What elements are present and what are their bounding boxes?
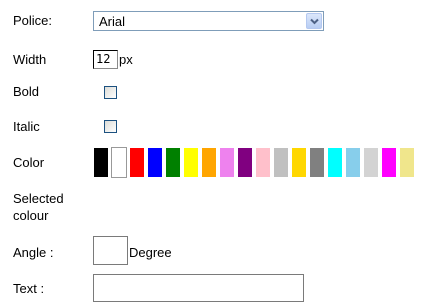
width-input[interactable]: 12 [93, 50, 118, 69]
italic-checkbox[interactable] [104, 120, 117, 133]
bold-label: Bold [13, 84, 40, 99]
color-swatch[interactable] [399, 147, 415, 178]
text-input[interactable] [93, 274, 304, 302]
color-swatch[interactable] [345, 147, 361, 178]
angle-unit: Degree [129, 245, 172, 260]
color-swatch[interactable] [165, 147, 181, 178]
angle-label: Angle : [13, 245, 54, 260]
color-swatch[interactable] [93, 147, 109, 178]
color-swatch[interactable] [237, 147, 253, 178]
text-label: Text : [13, 281, 45, 296]
color-swatch[interactable] [255, 147, 271, 178]
selected-colour-label-line1: Selected [13, 191, 64, 206]
police-select[interactable]: Arial [93, 11, 324, 31]
color-swatch[interactable] [327, 147, 343, 178]
italic-label: Italic [13, 119, 40, 134]
color-swatch[interactable] [201, 147, 217, 178]
color-swatch[interactable] [309, 147, 325, 178]
color-swatch[interactable] [147, 147, 163, 178]
color-swatch[interactable] [273, 147, 289, 178]
color-swatch[interactable] [219, 147, 235, 178]
police-label: Police: [13, 13, 53, 28]
color-swatch[interactable] [183, 147, 199, 178]
color-swatch[interactable] [111, 147, 127, 178]
chevron-down-icon [310, 18, 319, 25]
width-label: Width [13, 52, 47, 67]
color-label: Color [13, 155, 45, 170]
color-swatch[interactable] [363, 147, 379, 178]
angle-input[interactable] [93, 236, 128, 265]
color-swatch[interactable] [381, 147, 397, 178]
color-swatch[interactable] [291, 147, 307, 178]
color-swatch[interactable] [129, 147, 145, 178]
police-selected-value: Arial [99, 14, 126, 29]
width-unit: px [119, 52, 133, 67]
police-dropdown-button[interactable] [306, 13, 322, 29]
selected-colour-label-line2: colour [13, 208, 49, 223]
bold-checkbox[interactable] [104, 86, 117, 99]
